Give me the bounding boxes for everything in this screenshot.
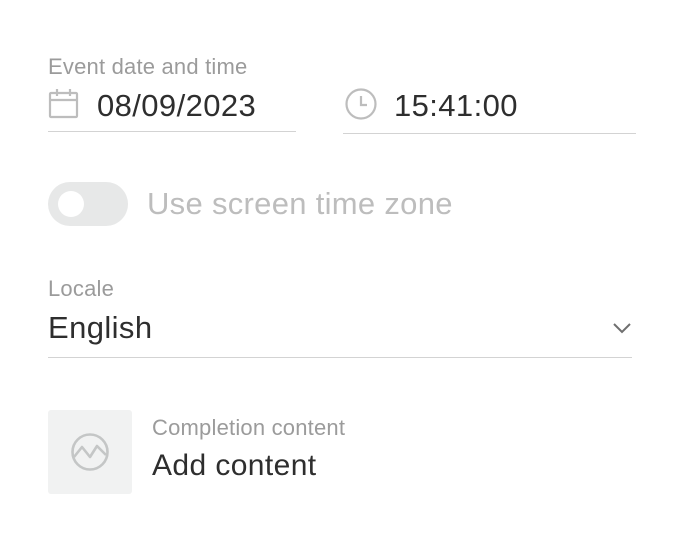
locale-selected-value: English	[48, 310, 153, 345]
add-content-link[interactable]: Add content	[152, 451, 317, 481]
locale-label: Locale	[48, 276, 115, 301]
time-field[interactable]: 15:41:00	[343, 84, 636, 134]
completion-content-label: Completion content	[152, 415, 346, 440]
time-value[interactable]: 15:41:00	[394, 90, 518, 121]
toggle-knob	[58, 191, 84, 217]
clock-icon	[344, 87, 378, 121]
event-datetime-label: Event date and time	[48, 54, 248, 79]
screen-timezone-toggle[interactable]	[48, 182, 128, 226]
date-field[interactable]: 08/09/2023	[48, 84, 296, 134]
screen-timezone-label: Use screen time zone	[147, 186, 453, 221]
locale-underline	[48, 357, 632, 358]
date-underline	[48, 131, 296, 132]
chevron-down-icon	[612, 321, 632, 335]
locale-select[interactable]: English	[48, 304, 632, 356]
time-underline	[343, 133, 636, 134]
image-placeholder-icon	[69, 431, 111, 473]
date-value[interactable]: 08/09/2023	[97, 90, 256, 121]
completion-content-thumbnail[interactable]	[48, 410, 132, 494]
calendar-icon	[48, 88, 80, 120]
